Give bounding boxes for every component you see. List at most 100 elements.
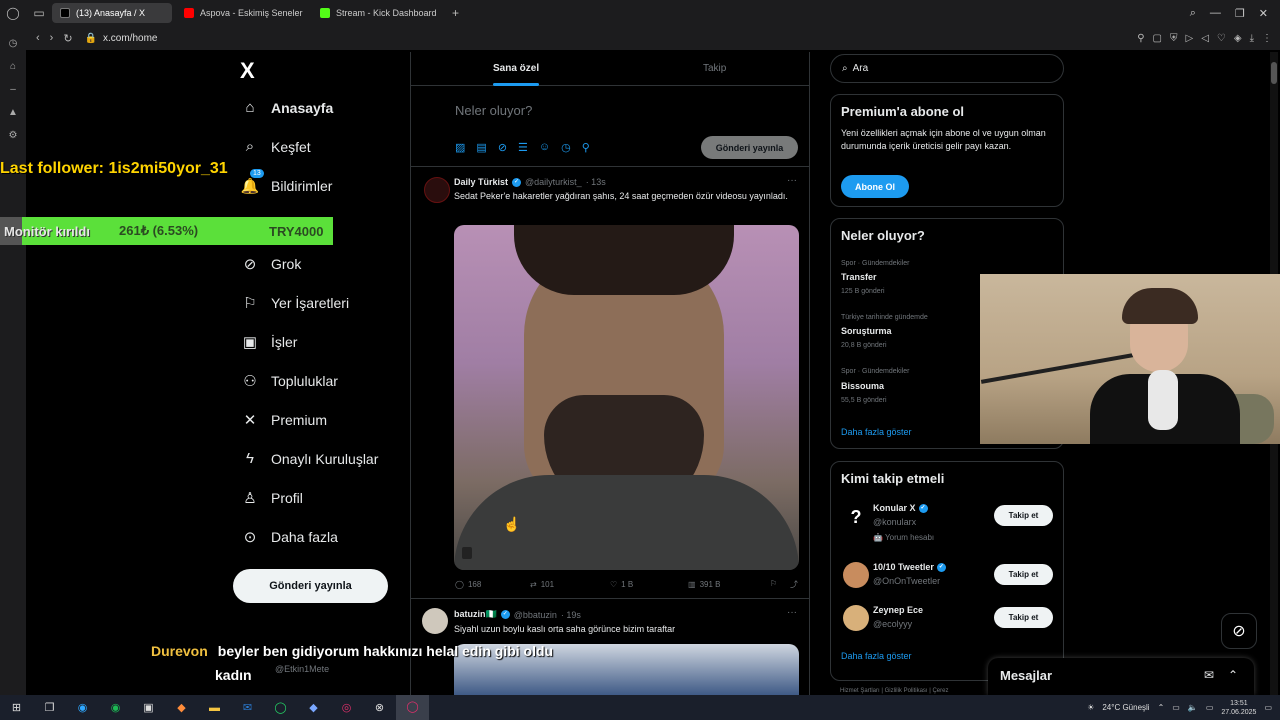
follow-button[interactable]: Takip et [994,607,1053,628]
schedule-icon[interactable]: ◷ [561,141,571,154]
tweet-handle[interactable]: @dailyturkist_ [525,177,582,187]
subscribe-button[interactable]: Abone Ol [841,175,909,198]
back-icon[interactable]: ‹ [36,32,40,45]
history-icon[interactable]: ◷ [0,38,26,49]
tweet-more-icon[interactable]: ··· [787,175,797,186]
scrollbar-thumb[interactable] [1271,62,1277,84]
location-icon[interactable]: ⚲ [582,141,590,154]
tweet-time[interactable]: · 19s [561,610,581,620]
x-logo[interactable]: X [240,58,255,84]
url-field[interactable]: x.com/home [103,33,157,44]
tweet-time[interactable]: · 13s [586,177,606,187]
suggestion-name[interactable]: Zeynep Ece [873,605,923,615]
play-icon[interactable]: ▷ [1186,33,1194,44]
messages-drawer[interactable]: Mesajlar ✉ ⌃ [988,658,1254,695]
clock[interactable]: 13:51 27.06.2025 [1221,699,1256,717]
windows-start-icon[interactable]: ⊞ [0,701,33,714]
avatar[interactable] [843,605,869,631]
search-input[interactable]: ⌕ Ara [830,54,1064,83]
sidebar-item-more[interactable]: ⊙ Daha fazla [240,528,338,546]
folder-icon[interactable]: ▬ [198,702,231,714]
notification-icon[interactable]: ▭ [1264,703,1272,712]
minus-icon[interactable]: – [0,84,26,95]
chevron-up-icon[interactable]: ⌃ [1228,668,1238,682]
trend-item[interactable]: Transfer [841,272,877,282]
emoji-icon[interactable]: ☺ [539,141,550,154]
edge-icon[interactable]: ◉ [66,701,99,714]
sidebar-item-communities[interactable]: ⚇ Topluluklar [240,372,338,390]
browser-menu-icon[interactable]: ◯ [0,6,26,20]
chevron-up-icon[interactable]: ⌃ [1158,703,1165,712]
video-control-icon[interactable] [462,547,472,559]
show-more-link[interactable]: Daha fazla göster [841,651,912,661]
minimize-icon[interactable]: — [1210,7,1221,20]
app-icon[interactable]: ⊗ [363,701,396,714]
sidebar-item-bookmarks[interactable]: ⚐ Yer İşaretleri [240,294,349,312]
reply-button[interactable]: ◯ 168 [455,579,530,590]
trend-item[interactable]: Bissouma [841,381,884,391]
question-icon[interactable]: ? [843,504,869,530]
follow-button[interactable]: Takip et [994,505,1053,526]
shield-icon[interactable]: ⛨ [1170,33,1178,44]
wallet-icon[interactable]: ⌂ [0,61,26,72]
avatar[interactable] [422,608,448,634]
tweet-handle[interactable]: @bbatuzin [514,610,557,620]
screenshot-icon[interactable]: ▢ [1153,33,1162,44]
settings-icon[interactable]: ⚙ [0,130,26,141]
sidebar-item-notifications[interactable]: 🔔 13 Bildirimler [240,169,332,195]
suggestion-name[interactable]: 10/10 Tweetler ✓ [873,562,946,572]
avatar[interactable] [843,562,869,588]
download-icon[interactable]: ⤓ [1250,33,1254,44]
volume-icon[interactable]: 🔈 [1188,703,1198,712]
sidebar-item-explore[interactable]: ⌕ Keşfet [240,138,311,155]
weather-text[interactable]: 24°C Güneşli [1102,703,1149,712]
opera-icon[interactable]: ◯ [396,695,429,720]
avatar[interactable] [424,177,450,203]
sidebar-item-verified-orgs[interactable]: ϟ Onaylı Kuruluşlar [240,450,378,467]
whatsapp-icon[interactable]: ◯ [264,701,297,714]
heart-icon[interactable]: ♡ [1217,33,1226,44]
app-icon[interactable]: ◆ [165,701,198,714]
tweet-author[interactable]: Daily Türkist [454,177,508,187]
instagram-icon[interactable]: ◎ [330,701,363,714]
tweet-author[interactable]: batuzin🇳🇬 [454,609,497,620]
search-tabs-icon[interactable]: ⌕ [1190,7,1196,20]
tab-following[interactable]: Takip [703,63,726,74]
tab-youtube[interactable]: Aspova - Eskimiş Seneler [176,3,308,23]
sidebar-item-grok[interactable]: ⊘ Grok [240,255,302,273]
close-icon[interactable]: ✕ [1259,7,1268,20]
spotify-icon[interactable]: ◉ [99,701,132,714]
aria-icon[interactable]: ▲ [0,107,26,118]
tab-overview-icon[interactable]: ▭ [26,6,52,20]
post-button[interactable]: Gönderi yayınla [233,569,388,603]
network-icon[interactable]: ▭ [1172,703,1180,712]
grok-icon[interactable]: ⊘ [498,141,507,154]
reload-icon[interactable]: ↻ [63,32,72,45]
new-message-icon[interactable]: ✉ [1204,668,1214,682]
menu-icon[interactable]: ⋮ [1262,33,1272,44]
pin-icon[interactable]: ⚲ [1137,33,1144,44]
image-icon[interactable]: ▨ [455,141,465,154]
suggestion-name[interactable]: Konular X ✓ [873,503,928,513]
footer-links[interactable]: Hizmet Şartları | Gizlilik Politikası | … [840,688,948,694]
extension-icon[interactable]: ◈ [1234,33,1242,44]
sidebar-item-jobs[interactable]: ▣ İşler [240,333,298,351]
views-button[interactable]: ▥ 391 B [688,579,770,590]
bookmark-icon[interactable]: ⚐ [770,579,790,590]
battery-icon[interactable]: ▭ [1206,703,1214,712]
tab-x-home[interactable]: (13) Anasayfa / X [52,3,172,23]
like-button[interactable]: ♡ 1 B [610,579,688,590]
tweet-more-icon[interactable]: ··· [787,607,797,618]
sidebar-item-profile[interactable]: ♙ Profil [240,489,303,507]
outlook-icon[interactable]: ✉ [231,701,264,714]
app-icon[interactable]: ◆ [297,701,330,714]
share-icon[interactable]: ⤴ [790,579,798,590]
tab-kick[interactable]: Stream - Kick Dashboard [312,3,444,23]
tab-for-you[interactable]: Sana özel [493,63,539,74]
gif-icon[interactable]: ▤ [476,141,486,154]
maximize-icon[interactable]: ❐ [1235,7,1245,20]
poll-icon[interactable]: ☰ [518,141,528,154]
new-tab-button[interactable]: + [452,6,459,20]
store-icon[interactable]: ▣ [132,701,165,714]
show-more-link[interactable]: Daha fazla göster [841,427,912,437]
